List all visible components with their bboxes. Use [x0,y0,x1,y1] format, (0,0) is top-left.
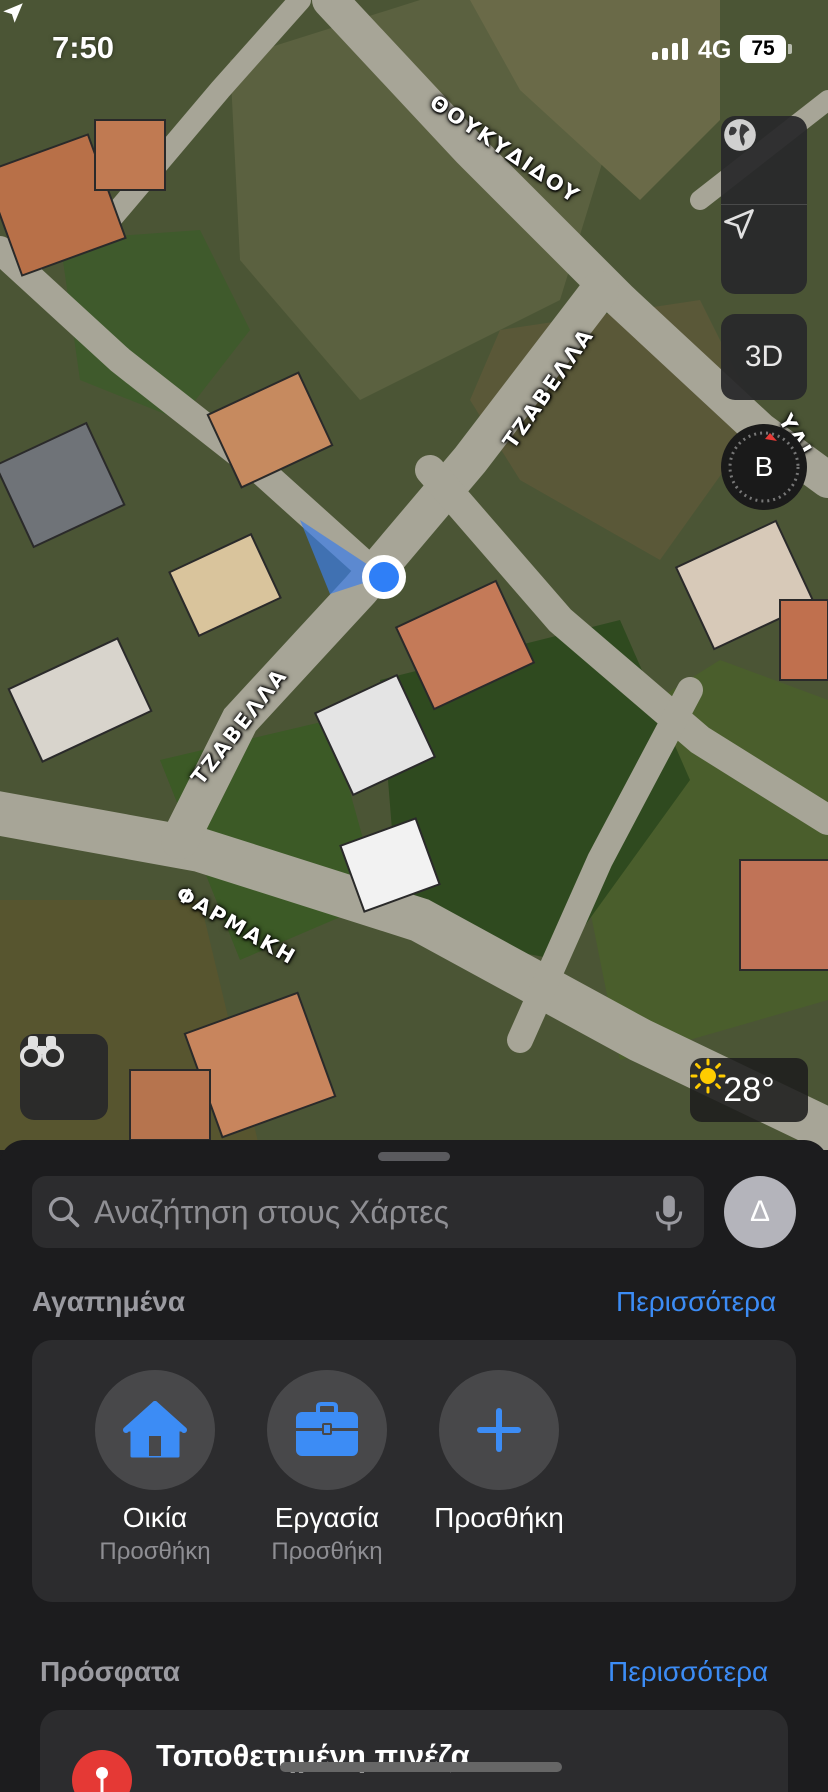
globe-icon [724,119,756,151]
house-icon [123,1401,187,1458]
favorite-add[interactable]: Προσθήκη [414,1370,584,1534]
favorite-label: Προσθήκη [434,1502,564,1533]
compass-letter: Β [754,451,774,482]
status-bar: 7:50 4G 75 [0,0,828,100]
favorites-title: Αγαπημένα [32,1286,186,1317]
track-location-button[interactable] [721,206,807,294]
favorite-icon-circle [267,1370,387,1490]
sun-icon [690,1058,726,1094]
battery-tip [788,44,792,54]
favorite-icon-circle [439,1370,559,1490]
weather-temperature: 28° [723,1070,775,1109]
sheet-grabber[interactable] [378,1152,450,1161]
bottom-sheet: Δ Αγαπημένα Περισσότερα Οικία Προσθήκη [0,1140,828,1792]
microphone-icon[interactable] [654,1194,684,1232]
network-type: 4G [698,36,732,64]
favorite-sublabel: Προσθήκη [99,1538,211,1565]
favorites-more-link[interactable]: Περισσότερα [616,1286,776,1318]
favorite-sublabel: Προσθήκη [271,1538,383,1565]
account-avatar[interactable]: Δ [724,1176,796,1248]
map-mode-button[interactable] [721,116,807,204]
binoculars-icon [20,1036,64,1067]
weather-badge[interactable]: 28° [690,1058,808,1122]
favorite-label: Οικία [122,1502,188,1533]
satellite-map[interactable]: ΘΟΥΚΥΔΙΔΟΥ ΤΖΑΒΕΛΛΑ ΤΖΑΒΕΛΛΑ ΦΑΡΜΑΚΗ ΥΔΙ… [0,0,828,1150]
favorites-card: Οικία Προσθήκη Εργασία Προσθήκη Προσθήκη [32,1340,796,1602]
view-3d-button[interactable]: 3D [721,314,807,400]
briefcase-icon [296,1402,358,1456]
battery-indicator: 75 [740,35,786,63]
favorite-home[interactable]: Οικία Προσθήκη [70,1370,240,1566]
search-input[interactable] [94,1176,654,1248]
search-icon [48,1196,80,1228]
favorite-label: Εργασία [274,1502,380,1533]
look-around-button[interactable] [20,1034,108,1120]
search-bar[interactable] [32,1176,704,1248]
location-services-icon [3,3,23,23]
recent-item[interactable]: Τοποθετημένη πινέζα [40,1710,788,1792]
pin-glyph [96,1767,108,1792]
recents-more-link[interactable]: Περισσότερα [608,1656,768,1688]
cellular-signal-icon [652,38,688,60]
plus-icon [477,1408,521,1452]
recents-title: Πρόσφατα [40,1656,180,1687]
map-controls [721,116,807,294]
favorite-icon-circle [95,1370,215,1490]
pin-icon [72,1750,132,1792]
status-time: 7:50 [52,30,115,65]
controls-divider [721,204,807,205]
map-imagery [0,0,828,1150]
favorite-work[interactable]: Εργασία Προσθήκη [242,1370,412,1566]
compass-button[interactable]: Β [721,424,807,510]
home-indicator [280,1762,562,1772]
location-arrow-icon [724,209,754,239]
